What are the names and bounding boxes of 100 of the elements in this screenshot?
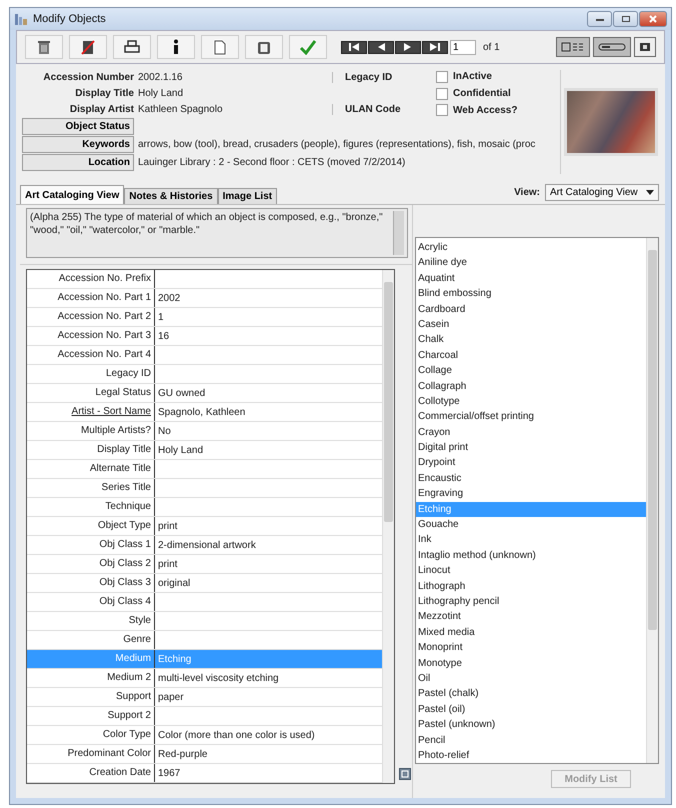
list-item[interactable]: Acrylic: [416, 240, 646, 256]
list-item[interactable]: Lithography pencil: [416, 594, 646, 610]
field-label: Color Type: [27, 726, 155, 744]
scrollbar[interactable]: [393, 211, 404, 255]
info-button[interactable]: [157, 35, 195, 59]
table-row[interactable]: Obj Class 1 2-dimensional artwork: [27, 536, 382, 555]
list-item[interactable]: Lithograph: [416, 578, 646, 594]
field-link[interactable]: Artist - Sort Name: [27, 403, 155, 421]
list-item[interactable]: Intaglio method (unknown): [416, 548, 646, 564]
table-row[interactable]: Support 2: [27, 707, 382, 726]
table-row[interactable]: Legal Status GU owned: [27, 384, 382, 403]
field-label: Technique: [27, 498, 155, 516]
table-row[interactable]: Accession No. Part 1 2002: [27, 289, 382, 308]
table-row[interactable]: Creation Date 1967: [27, 764, 382, 783]
list-item[interactable]: Linocut: [416, 563, 646, 579]
form-view-button[interactable]: [593, 37, 631, 57]
list-item[interactable]: Collage: [416, 363, 646, 379]
checkbox[interactable]: [436, 104, 448, 116]
table-row[interactable]: Obj Class 4: [27, 593, 382, 612]
list-item[interactable]: Collagraph: [416, 378, 646, 394]
list-item[interactable]: Aniline dye: [416, 255, 646, 271]
list-item[interactable]: Photo-relief: [416, 748, 646, 764]
list-item[interactable]: Cardboard: [416, 302, 646, 317]
list-item[interactable]: Aquatint: [416, 270, 646, 286]
field-label: Medium: [27, 650, 155, 668]
table-row[interactable]: Predominant Color Red-purple: [27, 745, 382, 764]
list-item[interactable]: Gouache: [416, 517, 646, 532]
first-record-button[interactable]: [341, 40, 367, 54]
checkbox-label: Confidential: [453, 88, 511, 99]
close-button[interactable]: [639, 11, 667, 27]
list-item[interactable]: Pastel (unknown): [416, 717, 646, 732]
list-item[interactable]: Mixed media: [416, 624, 646, 640]
list-item[interactable]: Crayon: [416, 424, 646, 440]
field-button[interactable]: Object Status: [22, 118, 134, 135]
clipboard-button[interactable]: [245, 35, 283, 59]
first-icon: [347, 43, 361, 51]
checkbox[interactable]: [436, 70, 448, 83]
tab[interactable]: Image List: [218, 188, 278, 204]
table-cell-text: print: [157, 520, 178, 532]
single-view-button[interactable]: [634, 37, 656, 57]
table-cell-text: Red-purple: [157, 748, 208, 760]
expand-button[interactable]: [398, 768, 412, 782]
previous-record-button[interactable]: [368, 40, 394, 54]
cancel-record-button[interactable]: [69, 35, 107, 59]
list-item[interactable]: Pastel (oil): [416, 702, 646, 718]
list-item[interactable]: Encaustic: [416, 470, 646, 486]
field-label: Accession No. Part 1: [27, 289, 155, 307]
list-item[interactable]: Collotype: [416, 394, 646, 410]
new-document-button[interactable]: [201, 35, 239, 59]
list-item[interactable]: Charcoal: [416, 348, 646, 364]
list-item[interactable]: Casein: [416, 316, 646, 332]
minimize-button[interactable]: [587, 11, 612, 27]
last-record-button[interactable]: [422, 40, 448, 54]
table-row[interactable]: Display Title Holy Land: [27, 441, 382, 460]
delete-button[interactable]: [25, 35, 63, 59]
table-row[interactable]: Support paper: [27, 688, 382, 707]
list-item[interactable]: Engraving: [416, 486, 646, 502]
list-item[interactable]: Blind embossing: [416, 286, 646, 302]
checkbox[interactable]: [436, 88, 448, 100]
list-item[interactable]: Ink: [416, 532, 646, 548]
table-row[interactable]: Style: [27, 612, 382, 631]
grid-view-button[interactable]: [556, 37, 590, 57]
list-item[interactable]: Pencil: [416, 732, 646, 748]
table-row[interactable]: Accession No. Part 4: [27, 346, 382, 365]
maximize-button[interactable]: [613, 11, 638, 27]
list-item[interactable]: Oil: [416, 670, 646, 686]
tab[interactable]: Notes & Histories: [124, 188, 218, 204]
table-row[interactable]: Accession No. Part 3 16: [27, 327, 382, 346]
table-row[interactable]: Series Title: [27, 479, 382, 498]
table-row[interactable]: Accession No. Prefix: [27, 270, 382, 289]
field-value: Kathleen Spagnolo: [138, 104, 224, 115]
list-item[interactable]: Chalk: [416, 332, 646, 348]
table-row[interactable]: Obj Class 2 print: [27, 555, 382, 574]
table-row[interactable]: Multiple Artists? No: [27, 422, 382, 441]
field-button[interactable]: Location: [22, 154, 134, 171]
list-item[interactable]: Mezzotint: [416, 609, 646, 625]
field-button[interactable]: Keywords: [22, 136, 134, 153]
tab[interactable]: Art Cataloging View: [20, 185, 124, 204]
table-row[interactable]: Object Type print: [27, 517, 382, 536]
field-label: Obj Class 2: [27, 555, 155, 573]
table-row[interactable]: Color Type Color (more than one color is used): [27, 726, 382, 745]
table-row[interactable]: Obj Class 3 original: [27, 574, 382, 593]
list-item[interactable]: Monoprint: [416, 640, 646, 656]
list-item[interactable]: Digital print: [416, 440, 646, 456]
print-button[interactable]: [113, 35, 151, 59]
list-item[interactable]: Drypoint: [416, 455, 646, 471]
table-row[interactable]: Medium 2 multi-level viscosity etching: [27, 669, 382, 688]
table-row[interactable]: Technique: [27, 498, 382, 517]
view-dropdown[interactable]: Art Cataloging View: [545, 184, 659, 200]
list-item[interactable]: Pastel (chalk): [416, 686, 646, 702]
table-row[interactable]: Artist - Sort Name Spagnolo, Kathleen: [27, 403, 382, 422]
save-button[interactable]: [289, 35, 327, 59]
field-label: Display Artist: [68, 104, 134, 115]
list-item[interactable]: Commercial/offset printing: [416, 409, 646, 425]
page-input[interactable]: 1: [450, 40, 476, 54]
list-item[interactable]: Monotype: [416, 656, 646, 671]
table-row[interactable]: Accession No. Part 2 1: [27, 308, 382, 327]
table-row[interactable]: Legacy ID: [27, 365, 382, 384]
table-row[interactable]: Alternate Title: [27, 460, 382, 479]
next-record-button[interactable]: [395, 40, 421, 54]
